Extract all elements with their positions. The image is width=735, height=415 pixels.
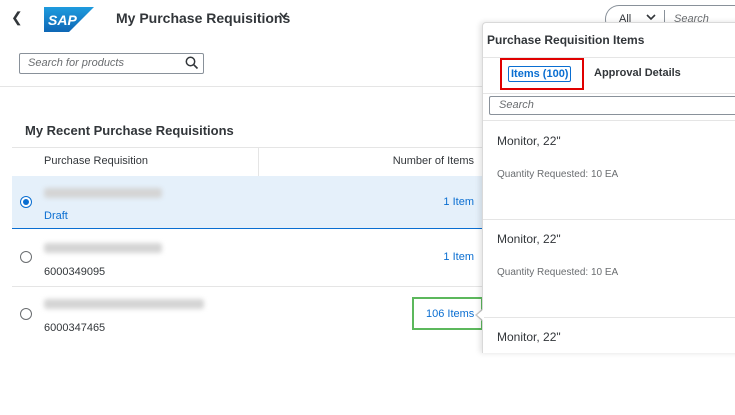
popover-arrow-inner xyxy=(477,309,484,321)
blurred-description xyxy=(44,188,162,198)
requisition-status-draft[interactable]: Draft xyxy=(44,210,68,222)
sap-logo[interactable]: SAP xyxy=(44,7,94,32)
table-row[interactable]: Draft 1 Item xyxy=(12,176,482,229)
column-header-items[interactable]: Number of Items xyxy=(393,155,474,167)
product-search-input[interactable]: Search for products xyxy=(19,53,204,74)
tab-approval-details[interactable]: Approval Details xyxy=(594,67,681,79)
column-header-requisition[interactable]: Purchase Requisition xyxy=(44,155,148,167)
chevron-down-icon[interactable] xyxy=(646,12,656,22)
popover-search-placeholder: Search xyxy=(499,99,534,111)
highlight-box-green: 106 Items xyxy=(412,297,483,330)
row-radio[interactable] xyxy=(20,251,32,263)
list-item[interactable]: Monitor, 22" xyxy=(483,317,735,415)
search-icon[interactable] xyxy=(185,56,199,70)
items-popover: Purchase Requisition Items Items (100) A… xyxy=(482,22,735,353)
section-title: My Recent Purchase Requisitions xyxy=(25,123,234,138)
popover-title: Purchase Requisition Items xyxy=(487,33,645,47)
item-count-link[interactable]: 1 Item xyxy=(443,251,474,263)
highlight-box-red: Items (100) xyxy=(500,58,584,90)
tab-items[interactable]: Items (100) xyxy=(508,66,572,82)
popover-search-input[interactable]: Search xyxy=(489,96,735,115)
list-item[interactable]: Monitor, 22" Quantity Requested: 10 EA xyxy=(483,219,735,318)
item-name: Monitor, 22" xyxy=(497,232,561,246)
divider xyxy=(483,93,735,94)
item-quantity: Quantity Requested: 10 EA xyxy=(497,169,619,180)
requisition-number: 6000347465 xyxy=(44,322,106,334)
list-item[interactable]: Monitor, 22" Quantity Requested: 10 EA xyxy=(483,121,735,220)
chevron-down-icon[interactable] xyxy=(279,12,288,19)
back-arrow-icon[interactable]: ❮ xyxy=(11,9,23,26)
table-header: Purchase Requisition Number of Items xyxy=(12,147,482,177)
blurred-description xyxy=(44,299,204,309)
app-title[interactable]: My Purchase Requisitions xyxy=(116,10,290,26)
item-quantity: Quantity Requested: 10 EA xyxy=(497,267,619,278)
table-row[interactable]: 6000349095 1 Item xyxy=(12,229,482,287)
row-radio-selected[interactable] xyxy=(20,196,32,208)
item-name: Monitor, 22" xyxy=(497,134,561,148)
blurred-description xyxy=(44,243,162,253)
divider xyxy=(0,86,482,87)
sap-logo-text: SAP xyxy=(48,12,77,28)
column-divider xyxy=(258,148,259,176)
item-count-link[interactable]: 1 Item xyxy=(443,196,474,208)
requisition-number: 6000349095 xyxy=(44,266,106,278)
item-name: Monitor, 22" xyxy=(497,330,561,344)
row-radio[interactable] xyxy=(20,308,32,320)
item-count-link[interactable]: 106 Items xyxy=(426,308,474,320)
product-search-placeholder: Search for products xyxy=(28,57,124,69)
